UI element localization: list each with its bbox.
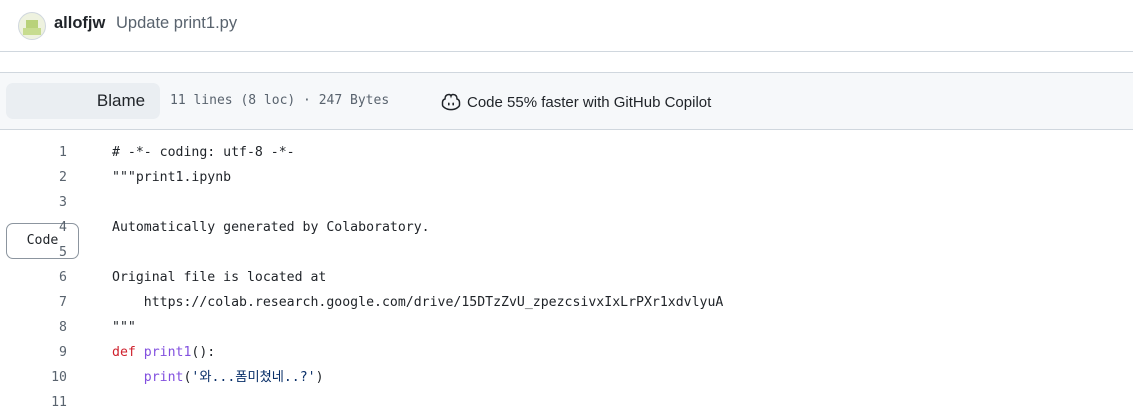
copilot-promo-button[interactable]: Code 55% faster with GitHub Copilot	[441, 91, 711, 113]
string-token: '와...폼미쳤네..?'	[191, 370, 316, 385]
line-content: print('와...폼미쳤네..?')	[112, 365, 324, 390]
code-line: 1 # -*- coding: utf-8 -*-	[0, 140, 1133, 165]
file-toolbar: Code Blame 11 lines (8 loc) · 247 Bytes …	[0, 72, 1133, 259]
line-number[interactable]: 7	[0, 290, 67, 315]
line-content: """print1.ipynb	[112, 170, 232, 185]
line-content: https://colab.research.google.com/drive/…	[112, 295, 724, 310]
line-content: # -*- coding: utf-8 -*-	[112, 145, 295, 160]
line-number[interactable]: 9	[0, 340, 67, 365]
indent-token	[112, 370, 144, 385]
author-avatar[interactable]	[18, 12, 46, 40]
code-line: 11	[0, 390, 1133, 415]
code-line: 3	[0, 190, 1133, 215]
commit-author[interactable]: allofjw	[54, 14, 105, 33]
line-number[interactable]: 2	[0, 165, 67, 190]
commit-message[interactable]: Update print1.py	[116, 14, 237, 33]
line-content: def print1():	[112, 340, 215, 365]
copilot-label: Code 55% faster with GitHub Copilot	[467, 93, 712, 111]
punctuation-token: )	[315, 370, 324, 385]
code-line: 8 """	[0, 315, 1133, 340]
code-line: 5	[0, 240, 1133, 265]
code-line: 10 print('와...폼미쳤네..?')	[0, 365, 1133, 390]
function-call-token: print	[143, 370, 184, 385]
line-number[interactable]: 1	[0, 140, 67, 165]
code-line: 4 Automatically generated by Colaborator…	[0, 215, 1133, 240]
code-line: 7 https://colab.research.google.com/driv…	[0, 290, 1133, 315]
code-view: 1 # -*- coding: utf-8 -*- 2 """print1.ip…	[0, 140, 1133, 415]
code-line: 2 """print1.ipynb	[0, 165, 1133, 190]
line-number[interactable]: 4	[0, 215, 67, 240]
line-number[interactable]: 10	[0, 365, 67, 390]
view-mode-toggle: Code Blame	[6, 83, 160, 259]
keyword-token: def	[112, 345, 144, 360]
function-name-token: print1	[143, 345, 192, 360]
code-line: 6 Original file is located at	[0, 265, 1133, 290]
line-number[interactable]: 5	[0, 240, 67, 265]
line-number[interactable]: 11	[0, 390, 67, 415]
line-number[interactable]: 8	[0, 315, 67, 340]
file-meta: 11 lines (8 loc) · 247 Bytes	[170, 93, 390, 108]
punctuation-token: ():	[191, 345, 216, 360]
copilot-icon	[441, 93, 461, 111]
line-content: """	[112, 320, 136, 335]
line-content: Original file is located at	[112, 270, 327, 285]
line-number[interactable]: 6	[0, 265, 67, 290]
line-number[interactable]: 3	[0, 190, 67, 215]
code-line: 9 def print1():	[0, 340, 1133, 365]
blame-view-button[interactable]: Blame	[86, 84, 156, 118]
commit-bar: allofjw Update print1.py	[0, 0, 1133, 52]
line-content: Automatically generated by Colaboratory.	[112, 220, 430, 235]
